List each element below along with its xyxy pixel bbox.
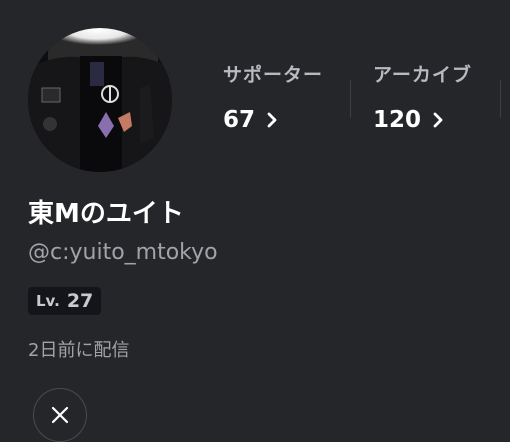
avatar-photo [28, 28, 172, 172]
x-social-button[interactable] [33, 388, 87, 442]
stat-divider [500, 80, 501, 118]
supporters-label: サポーター [223, 64, 324, 86]
supporters-count: 67 [223, 107, 256, 133]
level-value: 27 [66, 290, 94, 312]
archive-label: アーカイブ [373, 64, 472, 86]
supporters-stat[interactable]: サポーター 67 [223, 60, 323, 133]
archive-stat[interactable]: アーカイブ 120 [373, 60, 472, 133]
profile-avatar[interactable] [28, 28, 172, 172]
archive-count: 120 [373, 107, 422, 133]
x-logo-icon [51, 406, 69, 424]
stat-divider [350, 80, 351, 118]
user-handle: @c:yuito_mtokyo [28, 240, 218, 265]
last-stream-time: 2日前に配信 [28, 340, 130, 361]
chevron-right-icon [433, 112, 443, 128]
level-badge: Lv. 27 [28, 287, 102, 315]
level-prefix: Lv. [36, 292, 60, 310]
display-name: 東Mのユイト [28, 199, 184, 229]
chevron-right-icon [267, 112, 277, 128]
